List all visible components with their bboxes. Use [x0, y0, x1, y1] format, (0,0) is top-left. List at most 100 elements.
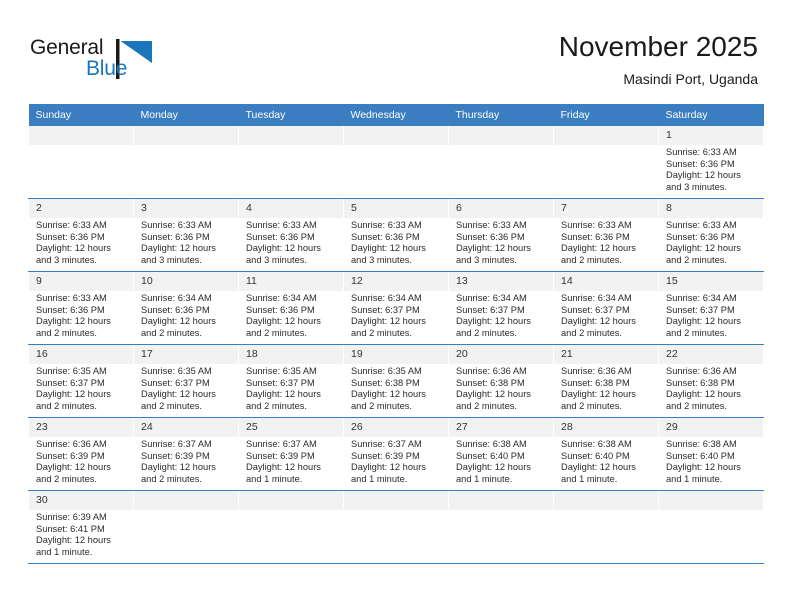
- daylight-text-line1: Daylight: 12 hours: [666, 316, 741, 327]
- calendar-day-cell[interactable]: 25 Sunrise: 6:37 AM Sunset: 6:39 PM Dayligh…: [238, 417, 344, 491]
- cell-inner: 7 Sunrise: 6:33 AM Sunset: 6:36 PM Daylight…: [554, 199, 658, 271]
- calendar-week-row: 30 Sunrise: 6:39 AM Sunset: 6:41 PM Dayligh…: [28, 490, 764, 564]
- calendar-day-cell[interactable]: 3 Sunrise: 6:33 AM Sunset: 6:36 PM Daylight…: [133, 198, 239, 272]
- daylight-text-line1: Daylight: 12 hours: [351, 316, 426, 327]
- daylight-text-line2: and 2 minutes.: [246, 327, 307, 338]
- calendar-day-cell[interactable]: 1 Sunrise: 6:33 AM Sunset: 6:36 PM Daylight…: [658, 126, 764, 199]
- sunrise-text: Sunrise: 6:34 AM: [351, 293, 422, 303]
- day-number: 9: [29, 272, 133, 291]
- daylight-text-line1: Daylight: 12 hours: [666, 389, 741, 400]
- daylight-text-line1: Daylight: 12 hours: [36, 389, 111, 400]
- calendar-day-cell[interactable]: 30 Sunrise: 6:39 AM Sunset: 6:41 PM Dayligh…: [28, 490, 134, 564]
- sunset-text: Sunset: 6:39 PM: [246, 450, 315, 461]
- day-info: Sunrise: 6:34 AM Sunset: 6:37 PM Daylight:…: [449, 291, 553, 339]
- weekday-header-wednesday: Wednesday: [343, 104, 449, 126]
- calendar-day-cell[interactable]: 14 Sunrise: 6:34 AM Sunset: 6:37 PM Dayligh…: [553, 271, 659, 345]
- daylight-text-line2: and 3 minutes.: [456, 254, 517, 265]
- calendar-table: Sunday Monday Tuesday Wednesday Thursday…: [28, 104, 764, 564]
- daylight-text-line2: and 2 minutes.: [246, 400, 307, 411]
- cell-inner: 4 Sunrise: 6:33 AM Sunset: 6:36 PM Daylight…: [239, 199, 343, 271]
- day-number-placeholder: [554, 126, 658, 145]
- calendar-day-cell[interactable]: 18 Sunrise: 6:35 AM Sunset: 6:37 PM Dayligh…: [238, 344, 344, 418]
- daylight-text-line2: and 1 minute.: [456, 473, 513, 484]
- calendar-cell-empty: [133, 490, 239, 564]
- sunset-text: Sunset: 6:37 PM: [141, 377, 210, 388]
- daylight-text-line1: Daylight: 12 hours: [351, 389, 426, 400]
- daylight-text-line1: Daylight: 12 hours: [561, 462, 636, 473]
- calendar-day-cell[interactable]: 24 Sunrise: 6:37 AM Sunset: 6:39 PM Dayligh…: [133, 417, 239, 491]
- day-number: 23: [29, 418, 133, 437]
- daylight-text-line1: Daylight: 12 hours: [561, 316, 636, 327]
- daylight-text-line1: Daylight: 12 hours: [456, 462, 531, 473]
- cell-inner: 23 Sunrise: 6:36 AM Sunset: 6:39 PM Dayligh…: [29, 418, 133, 490]
- calendar-day-cell[interactable]: 6 Sunrise: 6:33 AM Sunset: 6:36 PM Daylight…: [448, 198, 554, 272]
- daylight-text-line2: and 2 minutes.: [351, 327, 412, 338]
- calendar-day-cell[interactable]: 4 Sunrise: 6:33 AM Sunset: 6:36 PM Daylight…: [238, 198, 344, 272]
- calendar-day-cell[interactable]: 29 Sunrise: 6:38 AM Sunset: 6:40 PM Dayligh…: [658, 417, 764, 491]
- calendar-day-cell[interactable]: 28 Sunrise: 6:38 AM Sunset: 6:40 PM Dayligh…: [553, 417, 659, 491]
- day-number: 27: [449, 418, 553, 437]
- calendar-day-cell[interactable]: 27 Sunrise: 6:38 AM Sunset: 6:40 PM Dayligh…: [448, 417, 554, 491]
- daylight-text-line1: Daylight: 12 hours: [351, 243, 426, 254]
- general-blue-logo[interactable]: General Blue: [30, 36, 180, 88]
- sunrise-text: Sunrise: 6:36 AM: [456, 366, 527, 376]
- calendar-day-cell[interactable]: 11 Sunrise: 6:34 AM Sunset: 6:36 PM Dayligh…: [238, 271, 344, 345]
- daylight-text-line1: Daylight: 12 hours: [561, 389, 636, 400]
- calendar-cell-empty: [238, 126, 344, 199]
- calendar-day-cell[interactable]: 9 Sunrise: 6:33 AM Sunset: 6:36 PM Daylight…: [28, 271, 134, 345]
- day-number: 28: [554, 418, 658, 437]
- cell-inner: [554, 491, 658, 563]
- calendar-day-cell[interactable]: 26 Sunrise: 6:37 AM Sunset: 6:39 PM Dayligh…: [343, 417, 449, 491]
- sunrise-text: Sunrise: 6:39 AM: [36, 512, 107, 522]
- calendar-day-cell[interactable]: 8 Sunrise: 6:33 AM Sunset: 6:36 PM Daylight…: [658, 198, 764, 272]
- calendar-day-cell[interactable]: 21 Sunrise: 6:36 AM Sunset: 6:38 PM Dayligh…: [553, 344, 659, 418]
- cell-inner: [29, 126, 133, 198]
- day-number: 5: [344, 199, 448, 218]
- cell-inner: 29 Sunrise: 6:38 AM Sunset: 6:40 PM Dayligh…: [659, 418, 763, 490]
- sunset-text: Sunset: 6:38 PM: [561, 377, 630, 388]
- day-number: 3: [134, 199, 238, 218]
- cell-inner: [344, 126, 448, 198]
- day-info: Sunrise: 6:34 AM Sunset: 6:36 PM Daylight:…: [134, 291, 238, 339]
- day-number-placeholder: [659, 491, 763, 510]
- daylight-text-line2: and 3 minutes.: [36, 254, 97, 265]
- calendar-day-cell[interactable]: 22 Sunrise: 6:36 AM Sunset: 6:38 PM Dayligh…: [658, 344, 764, 418]
- calendar-day-cell[interactable]: 13 Sunrise: 6:34 AM Sunset: 6:37 PM Dayligh…: [448, 271, 554, 345]
- calendar-day-cell[interactable]: 20 Sunrise: 6:36 AM Sunset: 6:38 PM Dayligh…: [448, 344, 554, 418]
- calendar-cell-empty: [343, 126, 449, 199]
- sunset-text: Sunset: 6:37 PM: [561, 304, 630, 315]
- daylight-text-line1: Daylight: 12 hours: [246, 462, 321, 473]
- daylight-text-line1: Daylight: 12 hours: [246, 316, 321, 327]
- calendar-day-cell[interactable]: 23 Sunrise: 6:36 AM Sunset: 6:39 PM Dayligh…: [28, 417, 134, 491]
- day-info: Sunrise: 6:37 AM Sunset: 6:39 PM Daylight:…: [134, 437, 238, 485]
- calendar-day-cell[interactable]: 10 Sunrise: 6:34 AM Sunset: 6:36 PM Dayligh…: [133, 271, 239, 345]
- cell-inner: 18 Sunrise: 6:35 AM Sunset: 6:37 PM Dayligh…: [239, 345, 343, 417]
- cell-inner: 2 Sunrise: 6:33 AM Sunset: 6:36 PM Daylight…: [29, 199, 133, 271]
- daylight-text-line1: Daylight: 12 hours: [456, 243, 531, 254]
- cell-inner: [449, 491, 553, 563]
- calendar-day-cell[interactable]: 5 Sunrise: 6:33 AM Sunset: 6:36 PM Daylight…: [343, 198, 449, 272]
- daylight-text-line1: Daylight: 12 hours: [666, 462, 741, 473]
- calendar-day-cell[interactable]: 2 Sunrise: 6:33 AM Sunset: 6:36 PM Daylight…: [28, 198, 134, 272]
- cell-inner: 14 Sunrise: 6:34 AM Sunset: 6:37 PM Dayligh…: [554, 272, 658, 344]
- calendar-day-cell[interactable]: 15 Sunrise: 6:34 AM Sunset: 6:37 PM Dayligh…: [658, 271, 764, 345]
- sunrise-text: Sunrise: 6:33 AM: [456, 220, 527, 230]
- title-block: November 2025 Masindi Port, Uganda: [559, 30, 758, 90]
- page-subtitle: Masindi Port, Uganda: [623, 71, 758, 87]
- calendar-day-cell[interactable]: 19 Sunrise: 6:35 AM Sunset: 6:38 PM Dayligh…: [343, 344, 449, 418]
- day-info: Sunrise: 6:33 AM Sunset: 6:36 PM Daylight:…: [554, 218, 658, 266]
- weekday-header-saturday: Saturday: [658, 104, 764, 126]
- calendar-day-cell[interactable]: 7 Sunrise: 6:33 AM Sunset: 6:36 PM Daylight…: [553, 198, 659, 272]
- calendar-day-cell[interactable]: 16 Sunrise: 6:35 AM Sunset: 6:37 PM Dayligh…: [28, 344, 134, 418]
- cell-inner: 25 Sunrise: 6:37 AM Sunset: 6:39 PM Dayligh…: [239, 418, 343, 490]
- calendar-cell-empty: [658, 490, 764, 564]
- calendar-day-cell[interactable]: 12 Sunrise: 6:34 AM Sunset: 6:37 PM Dayligh…: [343, 271, 449, 345]
- cell-inner: [134, 126, 238, 198]
- cell-inner: 22 Sunrise: 6:36 AM Sunset: 6:38 PM Dayligh…: [659, 345, 763, 417]
- daylight-text-line1: Daylight: 12 hours: [561, 243, 636, 254]
- calendar-day-cell[interactable]: 17 Sunrise: 6:35 AM Sunset: 6:37 PM Dayligh…: [133, 344, 239, 418]
- cell-inner: 1 Sunrise: 6:33 AM Sunset: 6:36 PM Daylight…: [659, 126, 763, 198]
- day-info: Sunrise: 6:39 AM Sunset: 6:41 PM Daylight:…: [29, 510, 133, 558]
- sunrise-text: Sunrise: 6:35 AM: [246, 366, 317, 376]
- sunset-text: Sunset: 6:37 PM: [36, 377, 105, 388]
